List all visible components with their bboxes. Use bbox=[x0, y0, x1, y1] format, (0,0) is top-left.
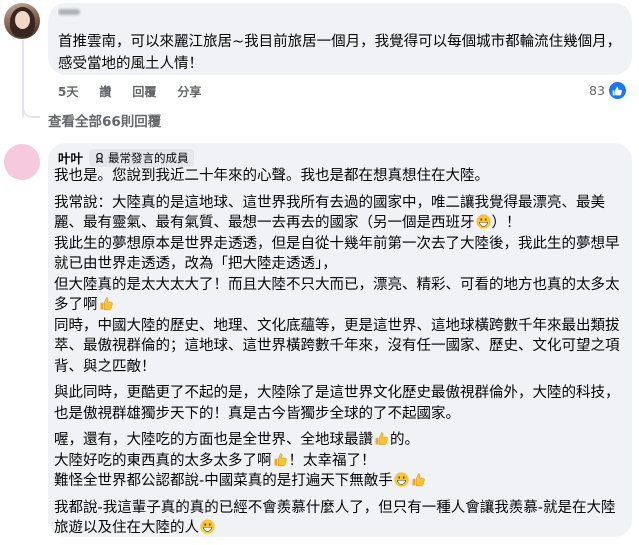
paragraph: 難怪全世界都公認都說-中國菜真的是打遍天下無敵手 bbox=[54, 471, 628, 492]
avatar[interactable] bbox=[4, 3, 40, 39]
paragraph: 同時，中國大陸的歷史、地理、文化底蘊等，更是這世界、這地球橫跨數千年來最出類拔萃… bbox=[54, 317, 620, 375]
thread-connector-elbow bbox=[22, 96, 40, 118]
reaction-count: 83 bbox=[589, 83, 605, 98]
comment-text: 首推雲南，可以來麗江旅居~我目前旅居一個月，我覺得可以每個城市都輪流住幾個月，感… bbox=[58, 34, 622, 72]
comment-header: 叶叶 最常發言的成員 bbox=[58, 148, 194, 167]
member-badge-icon bbox=[96, 152, 103, 163]
thumbs-up-emoji bbox=[274, 452, 287, 466]
comment-text: 我也是。您說到我近二十年來的心聲。我也是都在想真想住在大陸。 我常說：大陸真的是… bbox=[54, 166, 628, 545]
view-all-replies-link[interactable]: 查看全部66則回覆 bbox=[48, 110, 161, 130]
paragraph: 大陸好吃的東西真的太多太多了啊 ！太幸福了！ bbox=[54, 452, 376, 469]
paragraph: 我此生的夢想原本是世界走透透，但是自從十幾年前第一次去了大陸後，我此生的夢想早就… bbox=[54, 235, 620, 273]
paragraph: 我常說：大陸真的是這地球、這世界我所有去過的國家中，唯二讓我覺得最漂亮、最美麗、… bbox=[54, 194, 605, 232]
member-badge[interactable]: 最常發言的成員 bbox=[89, 148, 194, 167]
comment-time[interactable]: 5天 bbox=[58, 83, 78, 100]
comment-actions: 5天 讚 回覆 分享 bbox=[58, 83, 201, 100]
grin-emoji bbox=[475, 214, 491, 229]
like-icon bbox=[608, 82, 626, 99]
grin-emoji bbox=[200, 519, 215, 534]
share-button[interactable]: 分享 bbox=[177, 83, 201, 100]
grin-emoji bbox=[394, 472, 409, 487]
reaction-summary[interactable]: 83 bbox=[589, 82, 626, 99]
author-name-redacted[interactable] bbox=[58, 7, 98, 17]
reply-button[interactable]: 回覆 bbox=[132, 83, 156, 100]
paragraph: 我都說-我這輩子真的真的已經不會羨慕什麼人了，但只有一種人會讓我羨慕-就是在大陸… bbox=[54, 499, 616, 537]
thumbs-up-emoji bbox=[412, 473, 425, 486]
paragraph: 與此同時，更酷更了不起的是，大陸除了是這世界文化歷史最傲視群倫外，大陸的科技，也… bbox=[54, 385, 620, 422]
thumbs-up-emoji bbox=[375, 432, 388, 445]
like-button[interactable]: 讚 bbox=[99, 83, 111, 100]
avatar[interactable] bbox=[4, 144, 40, 180]
thumbs-up-emoji bbox=[100, 297, 113, 310]
paragraph: 我也是。您說到我近二十年來的心聲。我也是都在想真想住在大陸。 bbox=[54, 168, 489, 184]
paragraph: 但大陸真的是太大太大了！而且大陸不只大而已，漂亮、精彩、可看的地方也真的太多太多… bbox=[54, 276, 620, 314]
paragraph: 喔，還有，大陸吃的方面也是全世界、全地球最讚 的。 bbox=[54, 432, 419, 448]
author-name[interactable]: 叶叶 bbox=[58, 148, 83, 167]
